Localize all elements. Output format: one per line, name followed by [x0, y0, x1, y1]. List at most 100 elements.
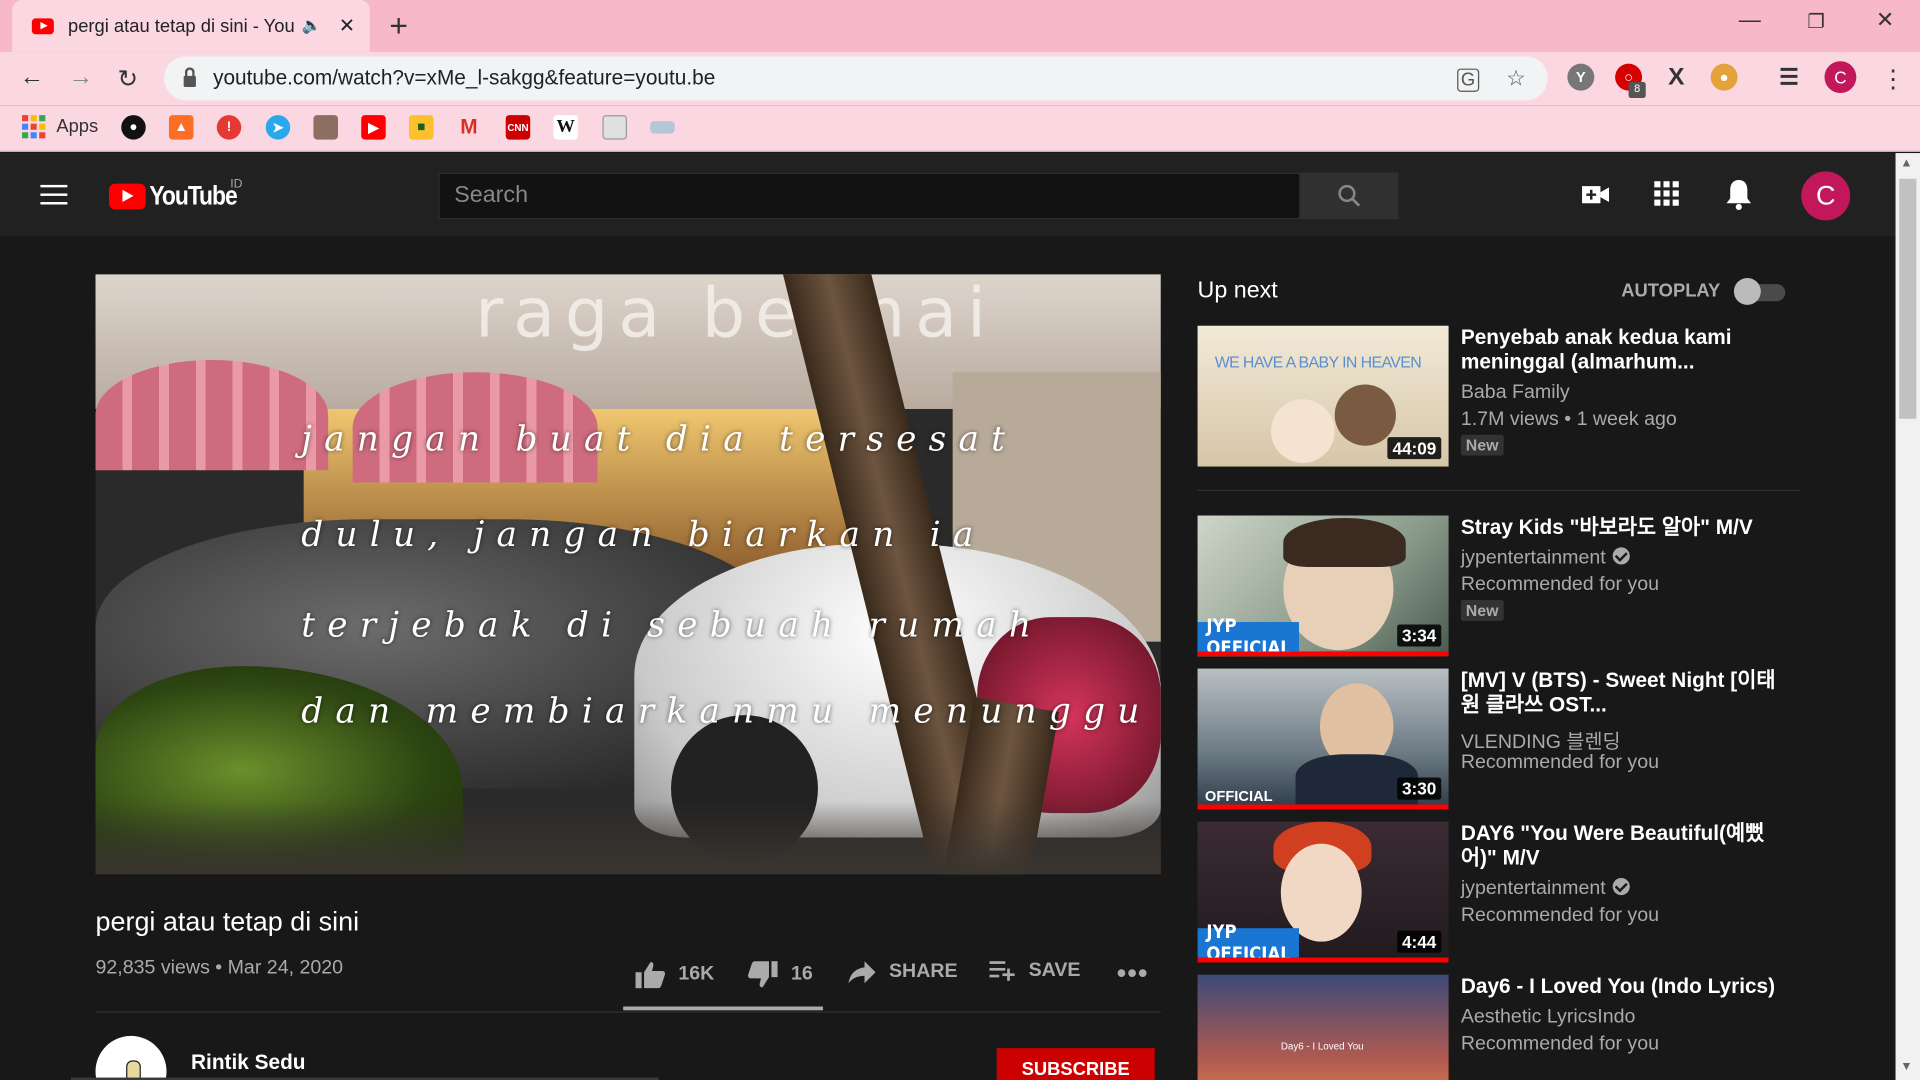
reload-icon[interactable]: ↻: [118, 64, 139, 95]
thumbnail-caption: Day6 - I Loved You: [1280, 1040, 1364, 1052]
minimize-icon[interactable]: —: [1739, 7, 1761, 33]
search-input[interactable]: [454, 182, 1300, 210]
extension-yab-icon[interactable]: Y: [1567, 63, 1595, 91]
dislike-button[interactable]: 16: [747, 960, 813, 989]
scrollbar-thumb[interactable]: [1899, 178, 1917, 419]
apps-icon[interactable]: [1653, 180, 1680, 207]
user-avatar[interactable]: C: [1801, 171, 1851, 221]
youtube-bookmark-icon[interactable]: ▶: [361, 115, 386, 140]
extension-tampermonkey-icon[interactable]: ●: [1710, 63, 1738, 91]
apps-grid-icon[interactable]: [22, 115, 46, 139]
up-next-item[interactable]: Day6 - I Loved You Day6 - I Loved You (I…: [1197, 974, 1800, 1080]
document-bookmark-icon[interactable]: [602, 115, 627, 140]
restore-icon[interactable]: ❐: [1807, 10, 1825, 34]
autoplay-label: AUTOPLAY: [1621, 280, 1721, 302]
bookmark-star-icon[interactable]: ☆: [1506, 66, 1526, 92]
extension-badge-count: 8: [1628, 82, 1646, 98]
channel-name: jypentertainment: [1460, 547, 1606, 569]
extension-x-icon[interactable]: X: [1663, 63, 1690, 91]
video-thumbnail[interactable]: WE HAVE A BABY IN HEAVEN 44:09: [1197, 325, 1449, 467]
watched-progress-bar: [1197, 804, 1449, 810]
chrome-profile-avatar[interactable]: C: [1824, 61, 1857, 94]
back-icon[interactable]: ←: [20, 64, 44, 92]
channel-line: jypentertainment: [1460, 547, 1631, 569]
chrome-menu-icon[interactable]: ⋮: [1881, 64, 1905, 95]
scene-awning-left: [95, 360, 329, 471]
translate-icon[interactable]: G: [1457, 68, 1479, 92]
new-badge: New: [1460, 600, 1504, 621]
forward-icon[interactable]: →: [69, 64, 93, 92]
share-arrow-icon: [848, 961, 876, 984]
channel-name[interactable]: Rintik Sedu: [191, 1051, 306, 1075]
channel-name: jypentertainment: [1460, 877, 1606, 899]
video-stats: Recommended for you: [1460, 904, 1660, 926]
video-stats: Recommended for you: [1460, 751, 1660, 773]
media-control-icon[interactable]: ☰: [1776, 64, 1803, 91]
video-thumbnail[interactable]: JYP OFFICIAL 4:44: [1197, 821, 1449, 963]
video-thumbnail[interactable]: JYP OFFICIAL 3:34: [1197, 515, 1449, 657]
youtube-logo-text: YouTube: [149, 180, 237, 211]
video-title[interactable]: [MV] V (BTS) - Sweet Night [이태원 클라쓰 OST.…: [1461, 669, 1779, 718]
watched-progress-bar: [1197, 651, 1449, 657]
video-title[interactable]: Penyebab anak kedua kami meninggal (alma…: [1461, 326, 1779, 375]
speaker-icon[interactable]: 🔈: [302, 16, 322, 36]
scroll-down-arrow-icon[interactable]: ▼: [1900, 1060, 1912, 1073]
thumbs-up-icon: [635, 962, 666, 989]
video-title[interactable]: DAY6 "You Were Beautiful(예뻤어)" M/V: [1461, 822, 1779, 871]
channel-avatar[interactable]: [95, 1035, 167, 1080]
notifications-bell-icon[interactable]: [1725, 179, 1752, 211]
info-divider: [95, 1011, 1161, 1013]
video-player[interactable]: raga be mai jangan buat dia tersesat dul…: [95, 274, 1161, 875]
autoplay-toggle[interactable]: [1733, 277, 1788, 305]
apps-label[interactable]: Apps: [56, 116, 98, 137]
lyric-line-1: jangan buat dia tersesat: [301, 418, 1018, 460]
watched-progress-bar: [1197, 957, 1449, 963]
save-label: SAVE: [1028, 960, 1081, 981]
like-button[interactable]: 16K: [634, 960, 714, 989]
channel-name: VLENDING 블렌딩: [1460, 732, 1621, 754]
search-box[interactable]: [438, 172, 1301, 220]
video-duration: 3:34: [1397, 624, 1442, 647]
up-next-item[interactable]: JYP OFFICIAL 4:44 DAY6 "You Were Beautif…: [1197, 821, 1800, 964]
video-title[interactable]: Day6 - I Loved You (Indo Lyrics): [1461, 975, 1779, 999]
share-button[interactable]: SHARE: [847, 960, 958, 984]
github-bookmark-icon[interactable]: ●: [121, 115, 146, 140]
subscribe-button[interactable]: SUBSCRIBE: [996, 1048, 1155, 1080]
create-video-icon[interactable]: [1581, 180, 1610, 209]
scroll-up-arrow-icon[interactable]: ▲: [1900, 157, 1912, 170]
tab-close-icon[interactable]: ✕: [339, 13, 355, 37]
screen: pergi atau tetap di sini - YouTube 🔈 ✕ +…: [0, 0, 1920, 1080]
browser-tabstrip: pergi atau tetap di sini - YouTube 🔈 ✕ +…: [0, 0, 1920, 52]
close-window-icon[interactable]: ✕: [1876, 7, 1894, 33]
save-button[interactable]: SAVE: [989, 960, 1080, 982]
gitlab-bookmark-icon[interactable]: ▲: [168, 115, 194, 140]
up-next-item[interactable]: WE HAVE A BABY IN HEAVEN 44:09 Penyebab …: [1197, 325, 1800, 468]
browser-tab[interactable]: pergi atau tetap di sini - YouTube 🔈 ✕: [12, 0, 370, 52]
new-tab-icon[interactable]: +: [389, 7, 408, 45]
official-label: OFFICIAL: [1204, 787, 1273, 805]
url-text[interactable]: youtube.com/watch?v=xMe_l-sakgg&feature=…: [213, 66, 715, 90]
video-view-count-date: 92,835 views • Mar 24, 2020: [95, 957, 344, 979]
channel-line: jypentertainment: [1460, 877, 1631, 900]
guide-menu-icon[interactable]: [40, 184, 68, 205]
search-button[interactable]: [1300, 172, 1399, 220]
video-thumbnail[interactable]: OFFICIAL 3:30: [1197, 668, 1449, 810]
new-badge: New: [1460, 434, 1504, 456]
video-title[interactable]: Stray Kids "바보라도 알아" M/V: [1461, 516, 1779, 540]
alert-bookmark-icon[interactable]: !: [216, 115, 242, 140]
more-actions-icon[interactable]: •••: [1117, 958, 1149, 990]
misc-bookmark-icon[interactable]: [650, 121, 675, 134]
cnn-bookmark-icon[interactable]: CNN: [505, 115, 531, 140]
gmail-bookmark-icon[interactable]: M: [457, 115, 481, 139]
image-bookmark-icon[interactable]: [313, 115, 338, 140]
up-next-item[interactable]: JYP OFFICIAL 3:34 Stray Kids "바보라도 알아" M…: [1197, 515, 1800, 658]
contacts-bookmark-icon[interactable]: ■: [408, 115, 434, 140]
wikipedia-bookmark-icon[interactable]: W: [553, 115, 578, 140]
up-next-item[interactable]: OFFICIAL 3:30 [MV] V (BTS) - Sweet Night…: [1197, 668, 1800, 811]
address-bar[interactable]: youtube.com/watch?v=xMe_l-sakgg&feature=…: [164, 56, 1548, 101]
channel-name: Baba Family: [1460, 382, 1570, 403]
video-thumbnail[interactable]: Day6 - I Loved You: [1197, 974, 1449, 1080]
lyric-line-4: dan membiarkanmu menunggu: [301, 690, 1152, 732]
youtube-masthead: YouTube ID C: [0, 153, 1896, 237]
telegram-bookmark-icon[interactable]: ➤: [265, 115, 291, 140]
